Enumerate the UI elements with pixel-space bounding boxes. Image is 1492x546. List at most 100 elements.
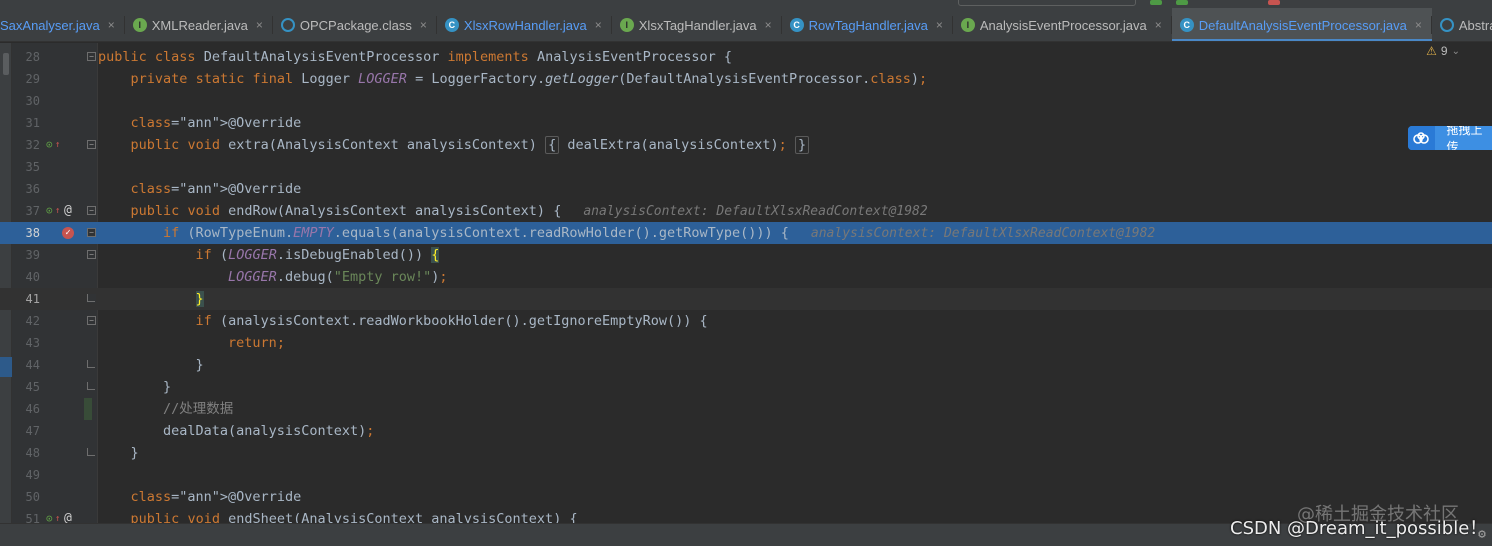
line-number: 29: [25, 72, 40, 86]
code-line[interactable]: 48 }: [0, 442, 1492, 464]
line-number: 45: [25, 380, 40, 394]
code-text: return;: [228, 335, 285, 351]
warning-triangle-icon: ⚠: [1426, 44, 1437, 58]
line-number: 50: [25, 490, 40, 504]
code-line[interactable]: 46 //处理数据: [0, 398, 1492, 420]
fold-toggle[interactable]: −: [87, 140, 96, 149]
tab-label: XlsxTagHandler.java: [638, 17, 757, 33]
close-tab-icon[interactable]: ×: [1155, 18, 1162, 32]
fold-toggle[interactable]: −: [87, 316, 96, 325]
debug-icon[interactable]: [1176, 0, 1188, 5]
code-line[interactable]: 29 private static final Logger LOGGER = …: [0, 68, 1492, 90]
line-number: 30: [25, 94, 40, 108]
close-tab-icon[interactable]: ×: [420, 18, 427, 32]
code-line[interactable]: 42 − if (analysisContext.readWorkbookHold…: [0, 310, 1492, 332]
tab-label: XMLReader.java: [151, 17, 248, 33]
code-text: if (RowTypeEnum.EMPTY.equals(analysisCon…: [163, 225, 1156, 241]
tab-0[interactable]: SaxAnalyser.java ×: [0, 8, 125, 41]
code-text: }: [98, 357, 204, 373]
code-text: LOGGER.debug("Empty row!");: [228, 269, 448, 285]
tab-label: XlsxRowHandler.java: [463, 17, 587, 33]
close-tab-icon[interactable]: ×: [595, 18, 602, 32]
class-icon: C: [1179, 18, 1194, 32]
close-tab-icon[interactable]: ×: [1415, 18, 1422, 32]
tab-label: RowTagHandler.java: [808, 17, 928, 33]
annotation-icon[interactable]: @: [64, 200, 72, 222]
code-line[interactable]: 38 ✓ − if (RowTypeEnum.EMPTY.equals(analys…: [0, 222, 1492, 244]
code-line[interactable]: 50 class="ann">@Override: [0, 486, 1492, 508]
close-tab-icon[interactable]: ×: [936, 18, 943, 32]
line-number: 46: [25, 402, 40, 416]
code-line[interactable]: 45 }: [0, 376, 1492, 398]
upload-widget[interactable]: 拖拽上传: [1408, 126, 1492, 150]
fold-toggle[interactable]: −: [87, 228, 96, 237]
code-line[interactable]: 40 LOGGER.debug("Empty row!");: [0, 266, 1492, 288]
run-icon[interactable]: [1150, 0, 1162, 5]
code-line[interactable]: 30: [0, 90, 1492, 112]
run-configuration-selector[interactable]: [958, 0, 1136, 6]
line-number: 40: [25, 270, 40, 284]
tab-3[interactable]: C XlsxRowHandler.java ×: [437, 8, 612, 41]
code-text: if (LOGGER.isDebugEnabled()) {: [195, 247, 440, 263]
fold-toggle[interactable]: −: [87, 250, 96, 259]
code-text: if (analysisContext.readWorkbookHolder()…: [195, 313, 708, 329]
csdn-watermark: CSDN @Dream_it_possible！: [1230, 518, 1488, 539]
fold-toggle[interactable]: [87, 448, 96, 457]
code-line[interactable]: 37 ⊙ ↑ @ − public void endRow(AnalysisContex…: [0, 200, 1492, 222]
arrow-up-icon: ↑: [55, 140, 61, 150]
code-line[interactable]: 44 }: [0, 354, 1492, 376]
fold-toggle[interactable]: −: [87, 52, 96, 61]
implements-method-icon[interactable]: ⊙: [46, 200, 53, 222]
code-line[interactable]: 28 − public class DefaultAnalysisEventProc…: [0, 46, 1492, 68]
line-number: 48: [25, 446, 40, 460]
tab-2[interactable]: OPCPackage.class ×: [273, 8, 437, 41]
fold-toggle[interactable]: −: [87, 206, 96, 215]
code-text: class="ann">@Override: [130, 115, 302, 131]
code-line[interactable]: 36 class="ann">@Override: [0, 178, 1492, 200]
code-line[interactable]: 31 class="ann">@Override: [0, 112, 1492, 134]
tab-label: AbstractX: [1458, 17, 1492, 33]
code-line[interactable]: 41 }: [0, 288, 1492, 310]
editor-tab-bar: SaxAnalyser.java × I XMLReader.java × OPCPack…: [0, 8, 1492, 42]
tab-7[interactable]: C DefaultAnalysisEventProcessor.java ×: [1171, 8, 1433, 41]
code-line[interactable]: 35: [0, 156, 1492, 178]
code-text: //处理数据: [163, 401, 234, 417]
code-line[interactable]: 43 return;: [0, 332, 1492, 354]
tab-5[interactable]: C RowTagHandler.java ×: [782, 8, 953, 41]
tab-1[interactable]: I XMLReader.java ×: [125, 8, 273, 41]
fold-toggle[interactable]: [87, 382, 96, 391]
line-number: 39: [25, 248, 40, 262]
fold-toggle[interactable]: [87, 360, 96, 369]
java-class-icon: I: [132, 18, 147, 32]
implements-method-icon[interactable]: ⊙: [46, 134, 53, 156]
tab-8[interactable]: AbstractX: [1432, 8, 1492, 41]
fold-toggle[interactable]: [87, 294, 96, 303]
stop-icon[interactable]: [1268, 0, 1280, 5]
compiled-class-icon: [280, 18, 295, 32]
tab-6[interactable]: I AnalysisEventProcessor.java ×: [953, 8, 1172, 41]
line-number: 38: [25, 226, 40, 240]
vcs-change-marker[interactable]: [84, 398, 92, 420]
code-line[interactable]: 47 dealData(analysisContext);: [0, 420, 1492, 442]
tab-label: AnalysisEventProcessor.java: [979, 17, 1147, 33]
inspection-widget[interactable]: ⚠ 9 ⌄: [1426, 44, 1460, 58]
close-tab-icon[interactable]: ×: [108, 18, 115, 32]
class-icon: C: [789, 18, 804, 32]
close-tab-icon[interactable]: ×: [256, 18, 263, 32]
tab-4[interactable]: I XlsxTagHandler.java ×: [612, 8, 782, 41]
code-text: dealData(analysisContext);: [98, 423, 375, 439]
code-text: }: [98, 379, 172, 395]
code-text: }: [195, 291, 204, 307]
line-number: 49: [25, 468, 40, 482]
code-line[interactable]: 49: [0, 464, 1492, 486]
line-number: 32: [25, 138, 40, 152]
breakpoint-icon[interactable]: ✓: [62, 227, 74, 239]
code-text: public class DefaultAnalysisEventProcess…: [98, 49, 733, 65]
close-tab-icon[interactable]: ×: [765, 18, 772, 32]
code-line[interactable]: 32 ⊙ ↑ − public void extra(AnalysisContext …: [0, 134, 1492, 156]
debug-inline-value: analysisContext: DefaultXlsxReadContext@…: [810, 226, 1156, 241]
code-line[interactable]: 39 − if (LOGGER.isDebugEnabled()) {: [0, 244, 1492, 266]
code-text: public void extra(AnalysisContext analys…: [98, 134, 810, 156]
debug-inline-value: analysisContext: DefaultXlsxReadContext@…: [583, 204, 928, 219]
code-text: private static final Logger LOGGER = Log…: [130, 71, 928, 87]
